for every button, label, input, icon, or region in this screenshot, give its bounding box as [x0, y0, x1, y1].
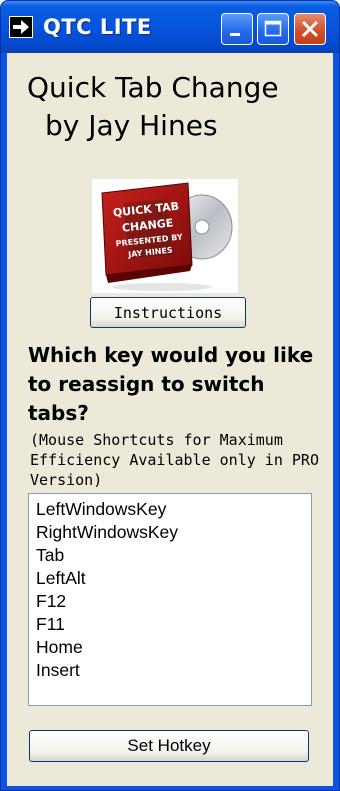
product-box-image: QUICK TAB CHANGE PRESENTED BY JAY HINES: [92, 179, 238, 293]
close-button[interactable]: [294, 13, 326, 45]
list-item-rightwindowskey[interactable]: RightWindowsKey: [36, 521, 311, 544]
app-arrow-icon: [9, 16, 33, 38]
pro-version-note: (Mouse Shortcuts for Maximum Efficiency …: [30, 431, 319, 489]
question-text: Which key would you like to reassign to …: [28, 343, 314, 425]
hotkey-listbox[interactable]: LeftWindowsKey RightWindowsKey Tab LeftA…: [28, 493, 312, 706]
author-heading: by Jay Hines: [45, 109, 218, 142]
maximize-button[interactable]: [257, 13, 289, 45]
app-heading: Quick Tab Change: [27, 71, 279, 104]
list-item-home[interactable]: Home: [36, 636, 311, 659]
list-item-tab[interactable]: Tab: [36, 544, 311, 567]
app-window: QTC LITE Quick Tab Change by Jay Hines Q…: [0, 0, 340, 791]
list-item-f11[interactable]: F11: [36, 613, 311, 636]
maximize-icon: [264, 20, 282, 37]
client-area: Quick Tab Change by Jay Hines QUICK TAB …: [7, 53, 333, 786]
title-bar[interactable]: QTC LITE: [1, 1, 339, 53]
list-item-leftalt[interactable]: LeftAlt: [36, 567, 311, 590]
set-hotkey-button[interactable]: Set Hotkey: [29, 730, 309, 762]
instructions-button[interactable]: Instructions: [90, 297, 246, 328]
list-item-f12[interactable]: F12: [36, 590, 311, 613]
close-icon: [301, 20, 319, 38]
window-title: QTC LITE: [43, 15, 152, 39]
list-item-insert[interactable]: Insert: [36, 659, 311, 682]
minimize-icon: [230, 33, 240, 36]
list-item-leftwindowskey[interactable]: LeftWindowsKey: [36, 498, 311, 521]
minimize-button[interactable]: [221, 13, 253, 45]
